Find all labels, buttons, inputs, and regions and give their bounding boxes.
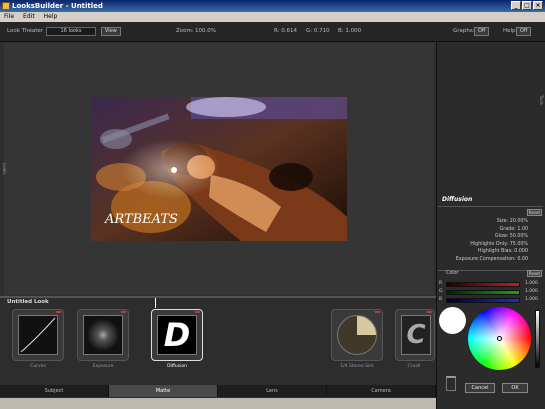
tool-stereo-sim[interactable] (331, 309, 383, 361)
red-channel-label: R (439, 281, 443, 286)
trash-icon[interactable] (446, 376, 456, 391)
tab-subject[interactable]: Subject (0, 385, 109, 397)
blue-channel-label: B (439, 297, 443, 302)
curves-icon (18, 315, 58, 355)
graphs-label: Graphs: (453, 28, 475, 34)
minimize-button[interactable]: _ (511, 1, 521, 10)
panel-divider (438, 206, 543, 207)
look-theater-label: Look Theater (7, 28, 44, 34)
params-reset-button[interactable]: Reset (527, 209, 542, 216)
red-value[interactable]: 1.000 (525, 281, 538, 286)
maximize-button[interactable]: □ (522, 1, 532, 10)
tab-lens[interactable]: Lens (218, 385, 327, 397)
param-row[interactable]: Highlights Only: 75.00% (440, 241, 528, 249)
window-title: LooksBuilder - Untitled (12, 2, 103, 10)
ok-button[interactable]: OK (502, 383, 528, 393)
red-readout: R: 0.614 (274, 28, 297, 34)
menu-help[interactable]: Help (44, 12, 58, 22)
blue-readout: B: 1.000 (338, 28, 362, 34)
menu-file[interactable]: File (4, 12, 14, 22)
tool-label: Diffusion (167, 364, 187, 369)
diffusion-icon: D (157, 315, 197, 355)
look-theater-select[interactable]: 16 looks (46, 27, 96, 36)
exposure-icon (83, 315, 123, 355)
color-swatch[interactable] (439, 307, 466, 334)
red-slider[interactable] (446, 282, 520, 287)
color-label: Color (446, 271, 459, 276)
tools-side-tab[interactable]: Tools (536, 95, 544, 155)
help-toggle[interactable]: Off (516, 27, 532, 36)
param-row[interactable]: Highlight Bias: 0.000 (440, 248, 528, 256)
green-readout: G: 0.710 (306, 28, 330, 34)
tool-curves[interactable] (12, 309, 64, 361)
crush-icon: C (401, 315, 431, 355)
cancel-button[interactable]: Cancel (465, 383, 495, 393)
status-bar (0, 398, 436, 409)
close-button[interactable]: × (533, 1, 543, 10)
color-wheel-marker[interactable] (497, 336, 502, 341)
tab-matte[interactable]: Matte (109, 385, 218, 397)
brightness-slider[interactable] (535, 310, 540, 368)
color-reset-button[interactable]: Reset (527, 270, 542, 277)
tool-panel-title: Diffusion (442, 196, 473, 203)
green-channel-label: G (439, 289, 443, 294)
tab-camera[interactable]: Camera (327, 385, 436, 397)
preview-image[interactable]: ARTBEATS (91, 97, 347, 241)
tool-diffusion[interactable]: D (151, 309, 203, 361)
look-name: Untitled Look (7, 299, 49, 305)
tool-label: Exposure (92, 364, 114, 369)
graphs-toggle[interactable]: Off (474, 27, 490, 36)
tool-label: Crush (407, 364, 421, 369)
menu-edit[interactable]: Edit (23, 12, 35, 22)
blue-value[interactable]: 1.000 (525, 297, 538, 302)
title-bar: LooksBuilder - Untitled _ □ × (0, 0, 545, 12)
green-slider[interactable] (446, 290, 520, 295)
param-list: Size: 20.00% Grade: 1.00 Glow: 50.00% Hi… (440, 218, 528, 263)
param-row[interactable]: Grade: 1.00 (440, 226, 528, 234)
photo-watermark: ARTBEATS (104, 212, 178, 227)
toolbar: Look Theater 16 looks View Zoom: 100.0% … (0, 22, 545, 42)
tool-crush[interactable]: C (395, 309, 435, 361)
param-row[interactable]: Exposure Compensation: 0.00 (440, 256, 528, 264)
app-window: LooksBuilder - Untitled _ □ × File Edit … (0, 0, 545, 409)
tool-label: 1/4 Stereo Sim (340, 364, 374, 369)
tool-exposure[interactable] (77, 309, 129, 361)
app-icon (2, 2, 10, 10)
zoom-label: Zoom: (176, 28, 194, 34)
zoom-value: 100.0% (195, 28, 216, 34)
strip-marker[interactable] (155, 298, 156, 308)
param-row[interactable]: Glow: 50.00% (440, 233, 528, 241)
view-button[interactable]: View (101, 27, 121, 36)
blue-slider[interactable] (446, 298, 520, 303)
tool-label: Curves (30, 364, 46, 369)
green-value[interactable]: 1.000 (525, 289, 538, 294)
stereo-sim-icon (337, 315, 377, 355)
menu-bar: File Edit Help (0, 12, 545, 22)
looks-side-tab[interactable]: Looks (0, 145, 7, 193)
category-tabs: Subject Matte Lens Camera (0, 385, 436, 397)
param-row[interactable]: Size: 20.00% (440, 218, 528, 226)
